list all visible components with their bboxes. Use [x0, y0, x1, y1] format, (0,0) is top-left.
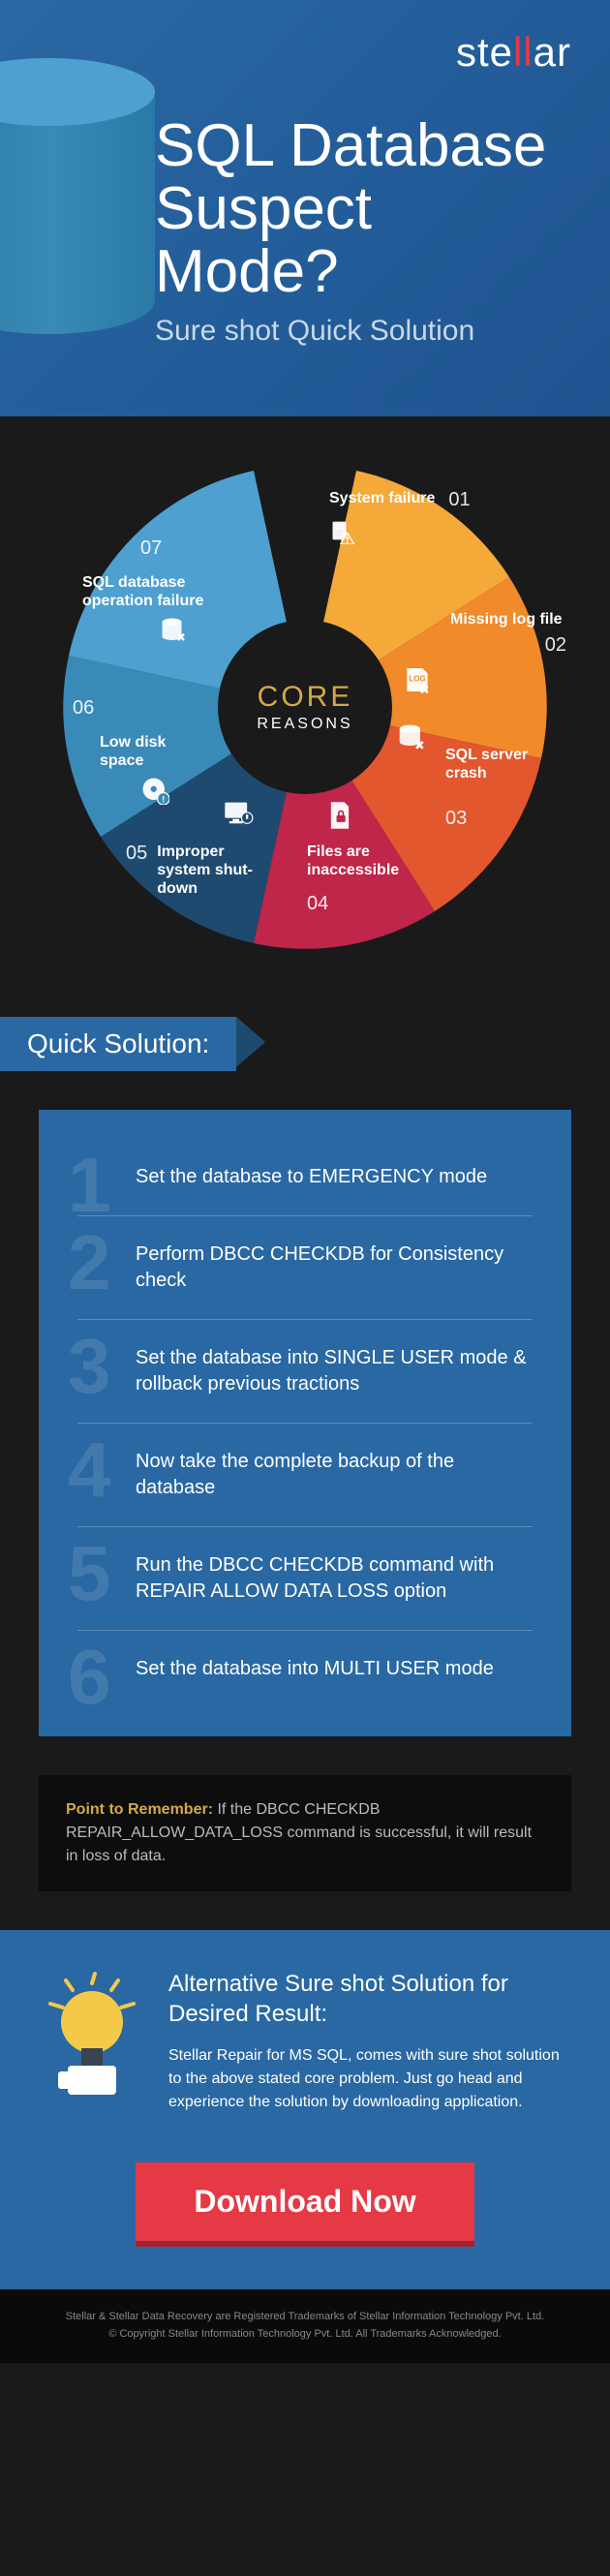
- download-section: Download Now: [0, 2162, 610, 2289]
- wheel-center-title: CORE: [258, 681, 353, 714]
- alternative-body: Stellar Repair for MS SQL, comes with su…: [168, 2044, 571, 2114]
- log-missing-icon: LOG: [402, 664, 433, 702]
- footer: Stellar & Stellar Data Recovery are Regi…: [0, 2289, 610, 2362]
- step-item: 2Perform DBCC CHECKDB for Consistency ch…: [77, 1216, 533, 1320]
- core-reasons-section: CORE REASONS System failure01 Missing lo…: [0, 416, 610, 1017]
- disk-low-icon: !: [140, 776, 179, 812]
- step-item: 4Now take the complete backup of the dat…: [77, 1424, 533, 1527]
- wheel-center: CORE REASONS: [218, 620, 392, 794]
- svg-text:!: !: [162, 795, 165, 805]
- footer-line-2: © Copyright Stellar Information Technolo…: [19, 2326, 591, 2344]
- remember-label: Point to Remember:: [66, 1801, 213, 1818]
- segment-04: Files are inaccessible 04: [307, 843, 433, 915]
- monitor-off-icon: [223, 800, 254, 834]
- step-item: 5Run the DBCC CHECKDB command with REPAI…: [77, 1527, 533, 1631]
- segment-05: 05Improper system shut-down: [126, 843, 281, 899]
- steps-list: 1Set the database to EMERGENCY mode 2Per…: [39, 1110, 571, 1736]
- point-to-remember: Point to Remember: If the DBCC CHECKDB R…: [39, 1775, 571, 1891]
- reasons-wheel: CORE REASONS System failure01 Missing lo…: [63, 465, 547, 949]
- segment-03: SQL server crash 03: [445, 746, 571, 830]
- step-item: 1Set the database to EMERGENCY mode: [77, 1139, 533, 1216]
- lightbulb-icon: [39, 1969, 145, 2109]
- server-warn-icon: [329, 517, 474, 551]
- db-crash-icon: [397, 722, 428, 760]
- svg-text:LOG: LOG: [409, 674, 425, 683]
- hero-title: SQL DatabaseSuspect Mode?: [155, 114, 571, 303]
- step-item: 3Set the database into SINGLE USER mode …: [77, 1320, 533, 1424]
- quick-solution-section: Quick Solution: 1Set the database to EME…: [0, 1017, 610, 1930]
- hero-subtitle: Sure shot Quick Solution: [155, 315, 571, 348]
- segment-01: System failure01: [329, 489, 474, 551]
- db-op-fail-icon: [160, 616, 218, 652]
- download-button[interactable]: Download Now: [136, 2162, 473, 2241]
- database-cylinder-graphic: [0, 58, 155, 349]
- wheel-center-sub: REASONS: [257, 716, 352, 733]
- segment-02: Missing log file 02 LOG: [450, 610, 566, 657]
- alternative-heading: Alternative Sure shot Solution for Desir…: [168, 1969, 571, 2029]
- segment-07: 07 SQL database operation failure: [82, 537, 218, 652]
- alternative-content: Alternative Sure shot Solution for Desir…: [168, 1969, 571, 2114]
- hero-section: stellar SQL DatabaseSuspect Mode? Sure s…: [0, 0, 610, 416]
- alternative-solution-section: Alternative Sure shot Solution for Desir…: [0, 1930, 610, 2162]
- step-item: 6Set the database into MULTI USER mode: [77, 1631, 533, 1707]
- quick-solution-heading: Quick Solution:: [0, 1017, 236, 1071]
- file-lock-icon: [326, 800, 353, 838]
- segment-06: 06 Low disk space !: [73, 697, 179, 812]
- footer-line-1: Stellar & Stellar Data Recovery are Regi…: [19, 2309, 591, 2326]
